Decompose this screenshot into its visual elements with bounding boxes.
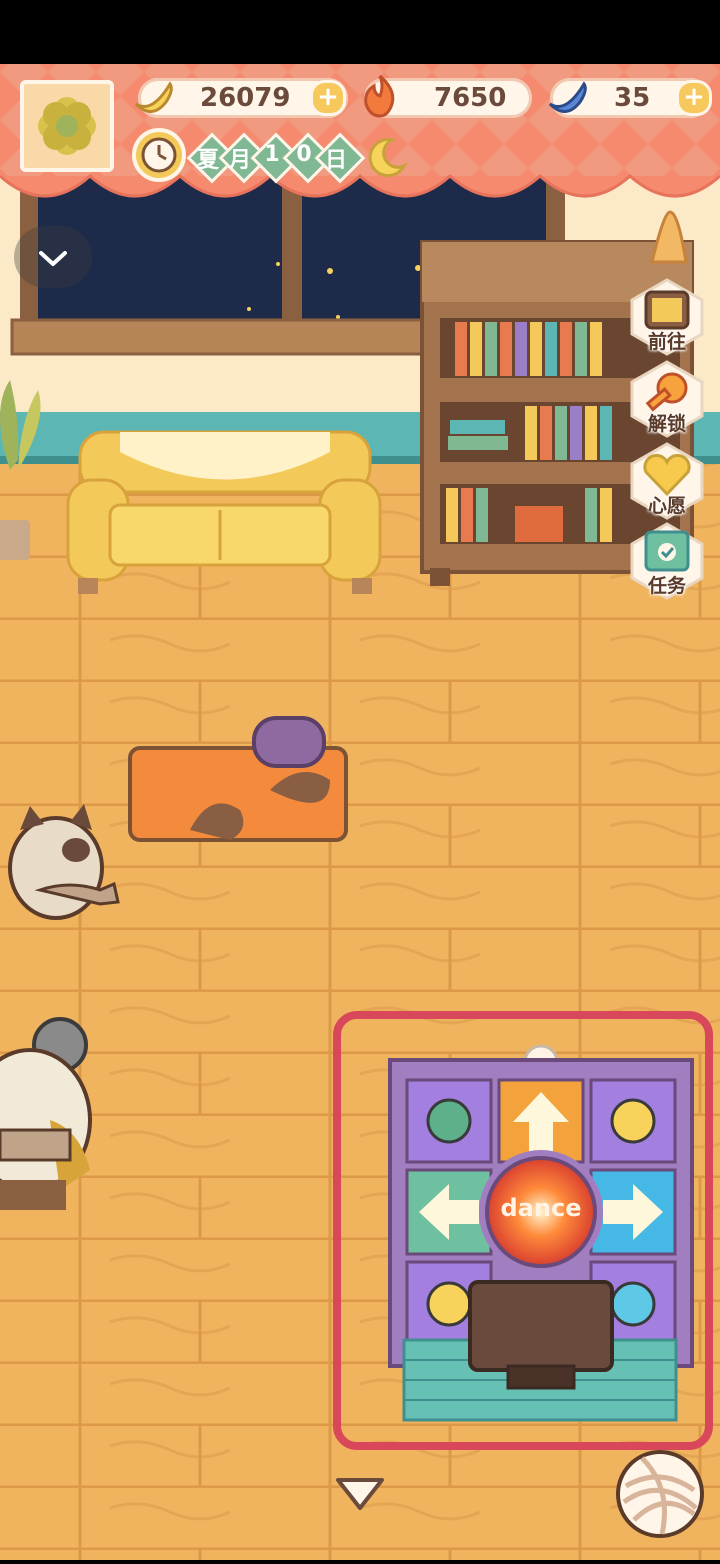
profile-flower-button[interactable] [20,80,114,172]
triangle-down-icon [336,1478,384,1510]
wish-label: 心愿 [647,495,686,517]
flower-icon [38,97,96,155]
task-button[interactable]: 任务 [628,522,706,600]
blue-banana-currency: 35 + [548,78,712,118]
fire-currency: 7650 [364,74,532,118]
task-label: 任务 [647,575,686,597]
date-day: 日 [324,148,347,173]
add-blue-banana-button[interactable]: + [676,80,712,116]
game-scene: dance 26079 + 7650 35 + 夏 月 1 0 日 前往 解锁 … [0,0,720,1560]
date-display: 夏 月 1 0 日 [186,132,366,184]
chevron-down-icon [39,251,67,266]
collapse-button[interactable] [14,226,92,288]
goto-button[interactable]: 前往 [628,278,706,356]
expand-down-button[interactable] [330,1468,390,1518]
dance-pad[interactable] [337,1015,709,1446]
yarn-ball-button[interactable] [612,1446,708,1542]
blue-banana-count: 35 [614,83,651,113]
flame-icon [364,74,395,118]
banana-currency: 26079 + [134,78,348,118]
goto-label: 前往 [647,331,686,353]
unlock-label: 解锁 [647,413,686,435]
add-banana-button[interactable]: + [310,80,346,116]
banana-icon [134,81,173,113]
banana-count: 26079 [200,83,291,113]
fire-count: 7650 [434,83,507,113]
unlock-button[interactable]: 解锁 [628,360,706,438]
moon-icon [362,134,408,180]
blue-banana-icon [548,81,587,113]
yarn-ball-icon [616,1450,704,1538]
wish-button[interactable]: 心愿 [628,442,706,520]
clock-icon[interactable] [132,128,186,182]
